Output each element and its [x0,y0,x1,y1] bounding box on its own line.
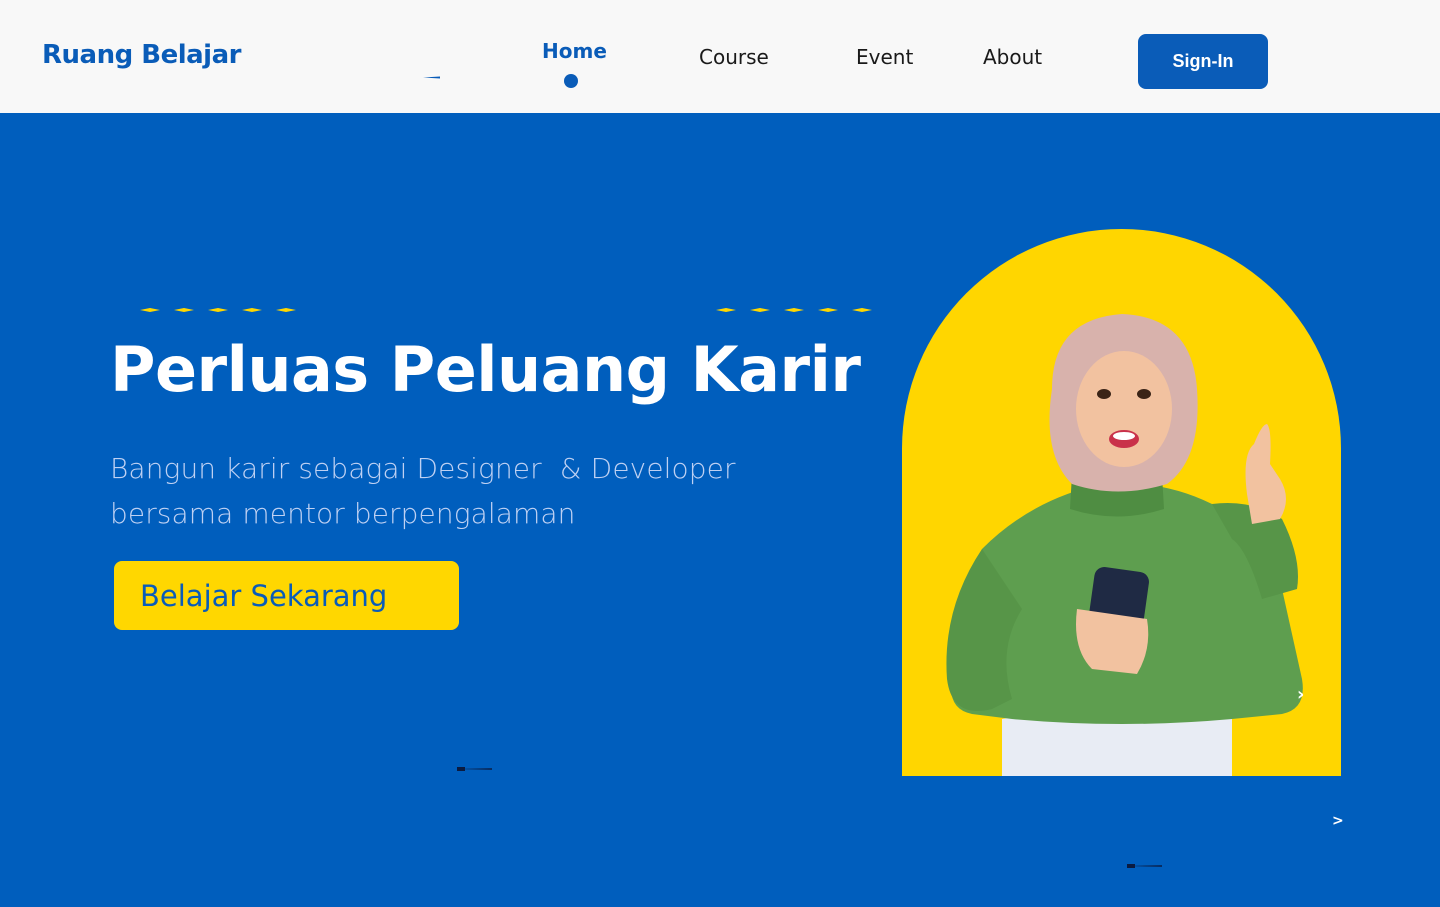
nav-link-event[interactable]: Event [856,45,913,69]
nav-link-course[interactable]: Course [699,45,769,69]
hero-image-arch [902,229,1341,776]
nav-active-dot [564,74,578,88]
hero-subtitle-line-2: bersama mentor berpengalaman [110,497,576,530]
decorative-dash-right [1127,864,1162,868]
brand-logo[interactable]: Ruang Belajar [42,40,241,70]
hero-subtitle-line-1: Bangun karir sebagai Designer & Develope… [110,452,736,485]
navbar: Ruang Belajar Home Course Event About Si… [0,0,1440,113]
chevron-right-icon[interactable]: > [1332,813,1344,829]
hero-person-image [946,314,1303,776]
decorative-dash-left [457,767,492,771]
sign-in-button[interactable]: Sign-In [1138,34,1268,89]
hero-subtitle: Bangun karir sebagai Designer & Develope… [110,446,830,536]
start-learning-button[interactable]: Belajar Sekarang [114,561,459,630]
hero-title: Perluas Peluang Karir [110,333,861,406]
nav-link-home[interactable]: Home [542,39,607,63]
decorative-stars-middle [716,308,872,312]
decorative-dash [423,76,440,79]
nav-link-about[interactable]: About [983,45,1042,69]
decorative-stars-left [140,308,296,312]
carousel-next-icon[interactable]: › [1297,684,1304,705]
